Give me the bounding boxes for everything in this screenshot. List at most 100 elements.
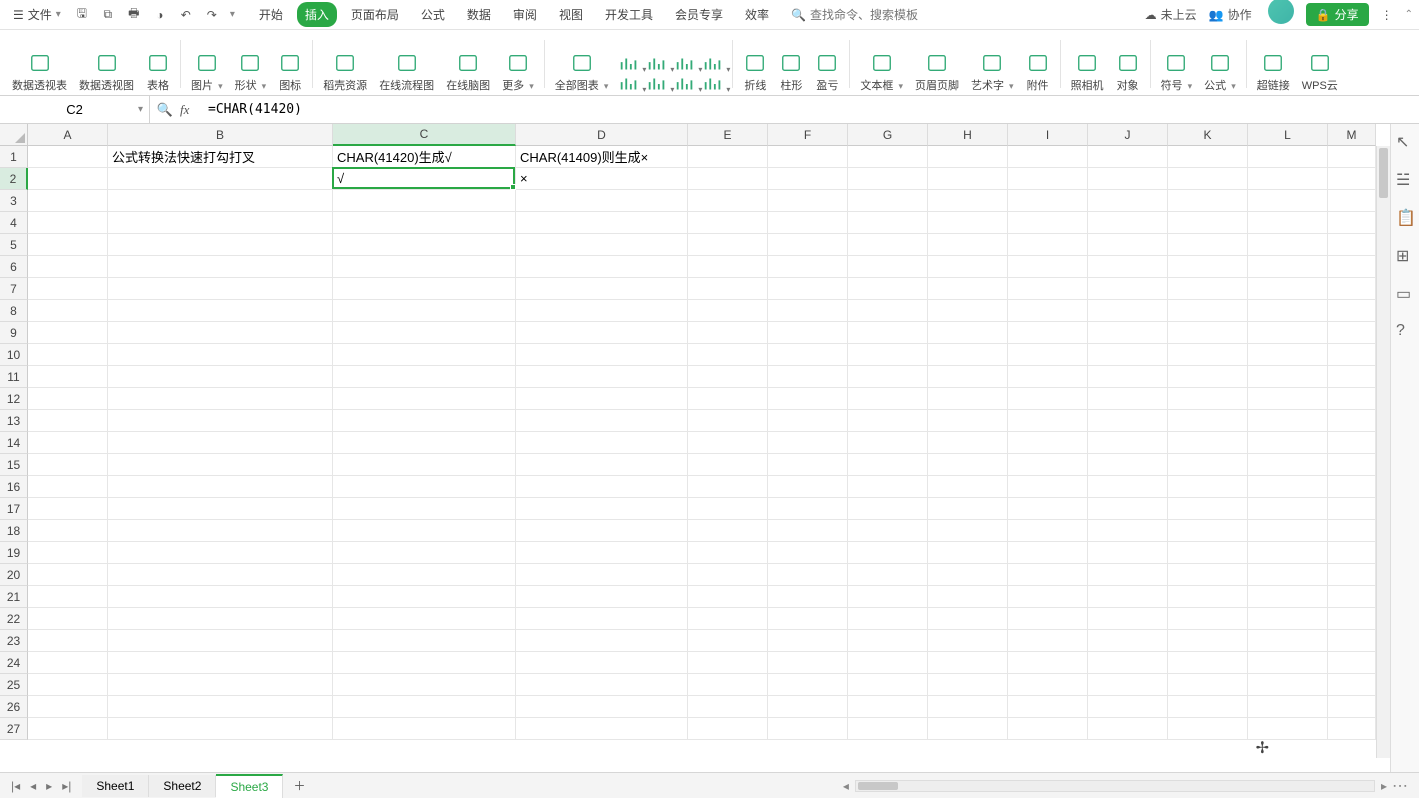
ribbon-在线脑图[interactable]: 在线脑图 — [440, 35, 496, 93]
cell-M27[interactable] — [1328, 718, 1376, 740]
cell-J8[interactable] — [1088, 300, 1168, 322]
cell-C15[interactable] — [333, 454, 516, 476]
ribbon-附件[interactable]: 附件 — [1020, 35, 1056, 93]
cell-I5[interactable] — [1008, 234, 1088, 256]
column-header-I[interactable]: I — [1008, 124, 1088, 146]
cell-G20[interactable] — [848, 564, 928, 586]
cell-E15[interactable] — [688, 454, 768, 476]
cell-C7[interactable] — [333, 278, 516, 300]
cell-L16[interactable] — [1248, 476, 1328, 498]
cell-I19[interactable] — [1008, 542, 1088, 564]
cell-J13[interactable] — [1088, 410, 1168, 432]
cell-L1[interactable] — [1248, 146, 1328, 168]
print-preview-icon[interactable]: ◑ — [152, 7, 168, 23]
cell-G16[interactable] — [848, 476, 928, 498]
cell-F11[interactable] — [768, 366, 848, 388]
search-input[interactable] — [810, 8, 930, 22]
ribbon-页眉页脚[interactable]: 页眉页脚 — [909, 35, 965, 93]
ribbon-对象[interactable]: 对象 — [1110, 35, 1146, 93]
cell-H6[interactable] — [928, 256, 1008, 278]
sheet-tab-Sheet3[interactable]: Sheet3 — [216, 774, 283, 798]
cell-L21[interactable] — [1248, 586, 1328, 608]
row-header-17[interactable]: 17 — [0, 498, 28, 520]
more-menu-icon[interactable]: ⋮ — [1381, 8, 1393, 22]
ribbon-照相机[interactable]: 照相机 — [1065, 35, 1110, 93]
cell-F4[interactable] — [768, 212, 848, 234]
row-header-14[interactable]: 14 — [0, 432, 28, 454]
cell-D5[interactable] — [516, 234, 688, 256]
cell-H20[interactable] — [928, 564, 1008, 586]
hscroll-right-icon[interactable]: ▸ — [1381, 779, 1387, 793]
cell-E13[interactable] — [688, 410, 768, 432]
cell-B2[interactable] — [108, 168, 333, 190]
column-header-E[interactable]: E — [688, 124, 768, 146]
cell-J24[interactable] — [1088, 652, 1168, 674]
cell-E6[interactable] — [688, 256, 768, 278]
cell-B12[interactable] — [108, 388, 333, 410]
row-header-8[interactable]: 8 — [0, 300, 28, 322]
cell-M10[interactable] — [1328, 344, 1376, 366]
cell-A15[interactable] — [28, 454, 108, 476]
cell-L25[interactable] — [1248, 674, 1328, 696]
cell-C18[interactable] — [333, 520, 516, 542]
cell-J22[interactable] — [1088, 608, 1168, 630]
row-header-23[interactable]: 23 — [0, 630, 28, 652]
cell-K27[interactable] — [1168, 718, 1248, 740]
cell-I20[interactable] — [1008, 564, 1088, 586]
cell-F17[interactable] — [768, 498, 848, 520]
cell-M14[interactable] — [1328, 432, 1376, 454]
cell-C23[interactable] — [333, 630, 516, 652]
cell-C9[interactable] — [333, 322, 516, 344]
row-header-20[interactable]: 20 — [0, 564, 28, 586]
cell-J3[interactable] — [1088, 190, 1168, 212]
mini-chart-icon[interactable]: ▾ — [646, 75, 668, 93]
ribbon-更多[interactable]: 更多 ▾ — [496, 35, 540, 93]
cell-J17[interactable] — [1088, 498, 1168, 520]
cell-L14[interactable] — [1248, 432, 1328, 454]
cell-M16[interactable] — [1328, 476, 1376, 498]
cell-D27[interactable] — [516, 718, 688, 740]
sheet-nav-first[interactable]: |◂ — [8, 777, 23, 795]
cell-K21[interactable] — [1168, 586, 1248, 608]
select-all-corner[interactable] — [0, 124, 28, 146]
cell-G19[interactable] — [848, 542, 928, 564]
hscroll-left-icon[interactable]: ◂ — [843, 779, 849, 793]
cell-M24[interactable] — [1328, 652, 1376, 674]
cell-J16[interactable] — [1088, 476, 1168, 498]
status-more-icon[interactable]: ∙∙∙ — [1393, 779, 1409, 793]
menu-tab-开始[interactable]: 开始 — [251, 2, 291, 27]
cell-M5[interactable] — [1328, 234, 1376, 256]
row-header-15[interactable]: 15 — [0, 454, 28, 476]
cell-H15[interactable] — [928, 454, 1008, 476]
ribbon-表格[interactable]: 表格 — [140, 35, 176, 93]
cell-F19[interactable] — [768, 542, 848, 564]
cell-G25[interactable] — [848, 674, 928, 696]
chevron-down-icon[interactable]: ▾ — [138, 104, 143, 115]
row-header-3[interactable]: 3 — [0, 190, 28, 212]
cell-E23[interactable] — [688, 630, 768, 652]
cell-K7[interactable] — [1168, 278, 1248, 300]
properties-icon[interactable]: ☱ — [1396, 170, 1414, 188]
cell-L8[interactable] — [1248, 300, 1328, 322]
cell-D19[interactable] — [516, 542, 688, 564]
row-header-10[interactable]: 10 — [0, 344, 28, 366]
cell-C10[interactable] — [333, 344, 516, 366]
qat-dropdown-icon[interactable]: ▾ — [230, 9, 235, 20]
cell-A6[interactable] — [28, 256, 108, 278]
cell-L18[interactable] — [1248, 520, 1328, 542]
cell-C6[interactable] — [333, 256, 516, 278]
row-header-11[interactable]: 11 — [0, 366, 28, 388]
ribbon-数据透视表[interactable]: 数据透视表 — [6, 35, 73, 93]
share-button[interactable]: 🔒 分享 — [1306, 3, 1369, 26]
cell-G8[interactable] — [848, 300, 928, 322]
name-box[interactable]: ▾ — [0, 96, 150, 123]
cell-K13[interactable] — [1168, 410, 1248, 432]
column-header-J[interactable]: J — [1088, 124, 1168, 146]
cell-B8[interactable] — [108, 300, 333, 322]
row-header-18[interactable]: 18 — [0, 520, 28, 542]
menu-tab-视图[interactable]: 视图 — [551, 2, 591, 27]
cell-K26[interactable] — [1168, 696, 1248, 718]
redo-icon[interactable]: ↷ — [204, 7, 220, 23]
ribbon-公式[interactable]: 公式 ▾ — [1198, 35, 1242, 93]
cell-I27[interactable] — [1008, 718, 1088, 740]
